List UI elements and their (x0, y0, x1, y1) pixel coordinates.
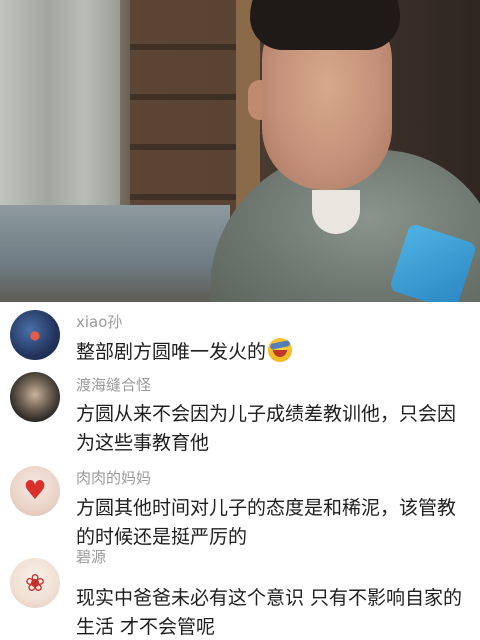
bed (0, 205, 230, 302)
user-avatar-icon[interactable]: ♥ (10, 466, 60, 516)
comment-text: 整部剧方圆唯一发火的 (76, 338, 472, 367)
laughing-crying-emoji-icon (268, 338, 293, 362)
user-avatar-icon[interactable]: ● (10, 310, 60, 360)
video-still (0, 0, 480, 302)
person-hair (250, 0, 400, 50)
comment-text: 方圆其他时间对儿子的态度是和稀泥，该管教的时候还是挺严厉的 (76, 497, 457, 548)
comment-text: 现实中爸爸未必有这个意识 只有不影响自家的生活 才不会管呢 (76, 587, 463, 638)
avatar-figure-icon: ♥ (23, 476, 47, 506)
comment-username[interactable]: 肉肉的妈妈 (76, 467, 151, 488)
curtain (0, 0, 120, 220)
bookshelf (130, 0, 245, 230)
comment-username[interactable]: 碧源 (76, 546, 106, 567)
comment-list: ● xiao孙 整部剧方圆唯一发火的 渡海缝合怪 方圆从来不会因为儿子成绩差教训… (0, 302, 480, 640)
avatar-figure-icon: ● (29, 328, 41, 342)
comment-username[interactable]: 渡海缝合怪 (76, 374, 151, 395)
user-avatar-icon[interactable]: ❀ (10, 558, 60, 608)
avatar-figure-icon: ❀ (24, 569, 46, 597)
comment-text-body: 整部剧方圆唯一发火的 (76, 341, 267, 363)
comment-text: 方圆从来不会因为儿子成绩差教训他，只会因为这些事教育他 (76, 403, 457, 454)
comment-username[interactable]: xiao孙 (76, 311, 122, 332)
user-avatar-icon[interactable] (10, 372, 60, 422)
